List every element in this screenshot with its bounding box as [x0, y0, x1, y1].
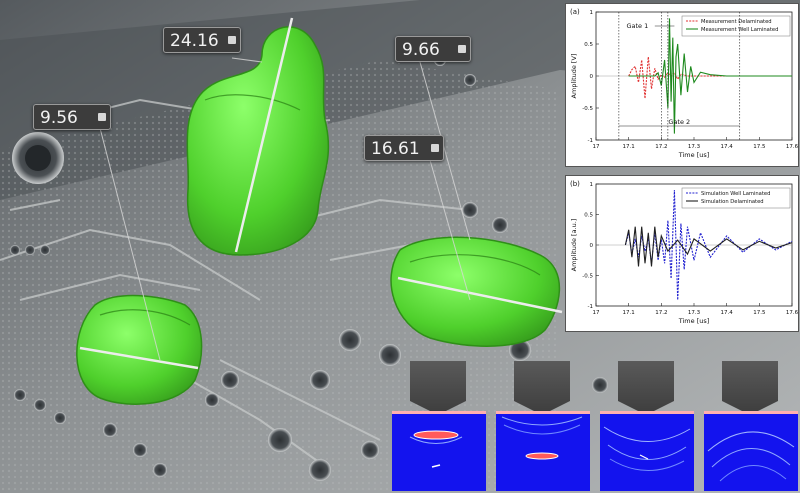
y-tick-label: 0.5 [584, 213, 593, 219]
y-axis-label: Amplitude [a.u.] [570, 219, 578, 272]
gate-2-label: Gate 2 [668, 118, 690, 126]
measurement-value: 24.16 [170, 31, 219, 51]
y-tick-label: 0.5 [584, 42, 593, 48]
chart-a: 17 17.1 17.2 17.3 17.4 17.5 17.6 1 0.5 0 -0.5 -1 Tim… [570, 8, 798, 159]
y-tick-label: 1 [590, 182, 594, 188]
simulation-frame-2 [496, 361, 590, 491]
x-tick-label: 17.6 [786, 310, 798, 316]
x-tick-label: 17 [593, 310, 600, 316]
composite-figure: 24.16 9.66 9.56 16.61 17 17.1 17.2 17.3 17.4… [0, 0, 800, 493]
x-tick-label: 17.2 [655, 144, 667, 150]
simulation-frame-1 [392, 361, 486, 491]
simulation-strip [392, 361, 798, 491]
menu-square-icon[interactable] [458, 45, 466, 53]
menu-square-icon[interactable] [431, 144, 439, 152]
menu-square-icon[interactable] [228, 36, 236, 44]
x-tick-label: 17.3 [688, 144, 701, 150]
legend-label: Simulation Well Laminated [701, 191, 770, 197]
y-tick-label: -1 [588, 138, 593, 144]
y-tick-label: -0.5 [582, 106, 593, 112]
x-tick-label: 17.4 [721, 144, 734, 150]
y-tick-label: 1 [590, 10, 594, 16]
x-tick-label: 17.4 [721, 310, 734, 316]
x-tick-label: 17.3 [688, 310, 701, 316]
y-tick-label: -1 [588, 304, 593, 310]
x-tick-label: 17.1 [623, 144, 635, 150]
x-axis-label: Time [us] [678, 317, 710, 325]
x-axis-label: Time [us] [678, 151, 710, 159]
measurement-value: 16.61 [371, 139, 420, 159]
legend-label: Measurement Delaminated [701, 19, 772, 25]
x-tick-label: 17.5 [753, 144, 766, 150]
simulation-frame-4 [704, 361, 798, 491]
y-tick-label: 0 [590, 74, 594, 80]
defect-blob-right [390, 236, 561, 347]
y-tick-label: 0 [590, 243, 594, 249]
measurement-label-2[interactable]: 9.66 [395, 36, 471, 62]
panel-label: (a) [570, 8, 580, 16]
x-tick-label: 17 [593, 144, 600, 150]
gate-1-label: Gate 1 [626, 22, 648, 30]
x-tick-label: 17.5 [753, 310, 766, 316]
measurement-label-4[interactable]: 16.61 [364, 135, 444, 161]
x-tick-label: 17.1 [623, 310, 635, 316]
measurement-value: 9.66 [402, 40, 440, 60]
measurement-label-3[interactable]: 9.56 [33, 104, 111, 130]
y-tick-label: -0.5 [582, 274, 593, 280]
simulation-frame-3 [600, 361, 694, 491]
x-tick-label: 17.2 [655, 310, 667, 316]
measurement-value: 9.56 [40, 108, 78, 128]
chart-b-panel: 17 17.1 17.2 17.3 17.4 17.5 17.6 1 0.5 0 -0.5 -1 Tim… [565, 175, 799, 332]
mounting-hole-center [25, 145, 51, 171]
y-axis-label: Amplitude [V] [570, 54, 578, 99]
chart-b: 17 17.1 17.2 17.3 17.4 17.5 17.6 1 0.5 0 -0.5 -1 Tim… [570, 180, 798, 325]
legend-label: Simulation Delaminated [701, 199, 764, 205]
chart-a-panel: 17 17.1 17.2 17.3 17.4 17.5 17.6 1 0.5 0 -0.5 -1 Tim… [565, 3, 799, 167]
menu-square-icon[interactable] [98, 113, 106, 121]
panel-label: (b) [570, 180, 580, 188]
x-tick-label: 17.6 [786, 144, 798, 150]
measurement-label-1[interactable]: 24.16 [163, 27, 241, 53]
